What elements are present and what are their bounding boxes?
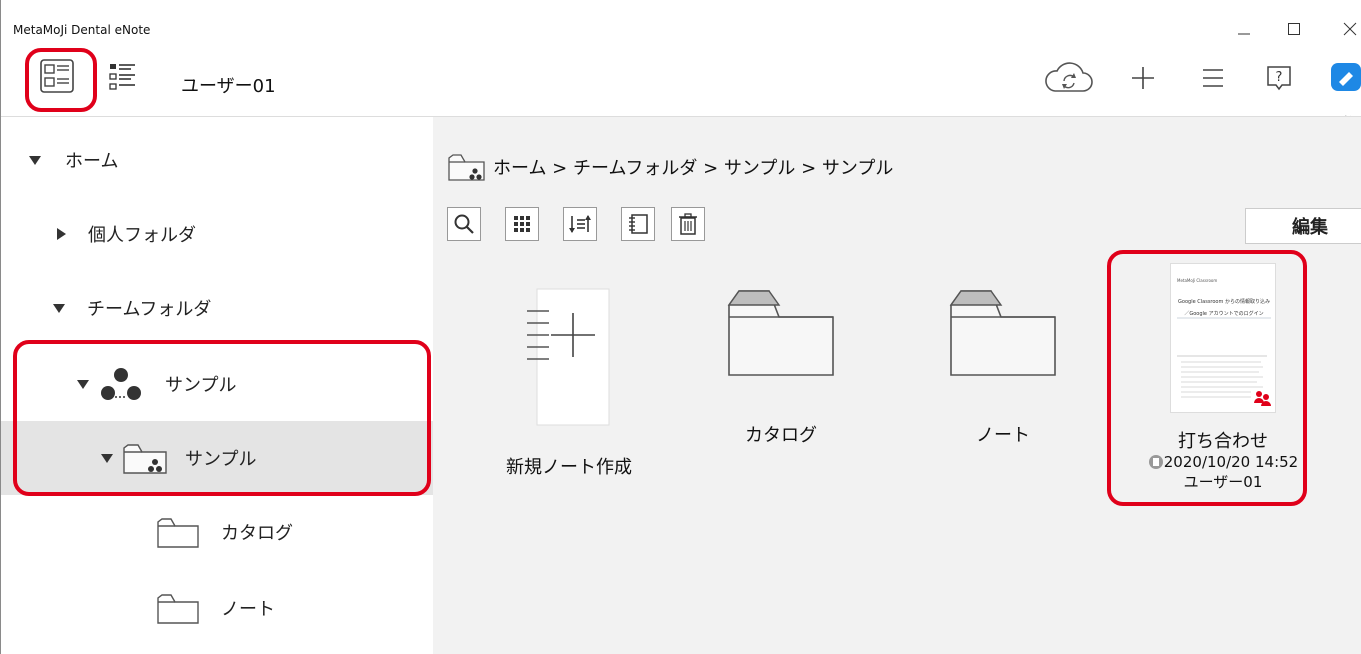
hamburger-menu-icon bbox=[1203, 69, 1223, 87]
search-button[interactable] bbox=[447, 207, 481, 241]
shared-users-icon bbox=[1251, 388, 1273, 410]
close-icon bbox=[1343, 22, 1357, 36]
metamoji-logo-icon bbox=[1331, 63, 1361, 91]
plus-icon bbox=[1132, 67, 1154, 89]
tree-item-sample-folder[interactable]: サンプル bbox=[1, 421, 433, 495]
item-owner: ユーザー01 bbox=[1183, 473, 1263, 491]
cloud-sync-icon bbox=[1045, 62, 1093, 92]
new-note-icon bbox=[527, 288, 610, 426]
team-folder-icon bbox=[448, 154, 485, 181]
delete-button[interactable] bbox=[671, 207, 705, 241]
thumbnail-view-icon bbox=[40, 59, 74, 93]
help-button[interactable]: ? bbox=[1263, 62, 1295, 94]
svg-text:?: ? bbox=[1276, 70, 1283, 85]
app-title: MetaMoJi Dental eNote bbox=[13, 23, 151, 37]
add-button[interactable] bbox=[1127, 62, 1159, 94]
tree-item-label: チームフォルダ bbox=[87, 299, 212, 320]
folder-tree-sidebar: ホーム 個人フォルダ チームフォルダ サンプル サンプル カタログ ノート bbox=[1, 116, 433, 654]
minimize-button[interactable] bbox=[1229, 16, 1259, 42]
triangle-down-icon[interactable] bbox=[53, 303, 65, 313]
list-view-icon bbox=[109, 64, 135, 90]
notebook-button[interactable] bbox=[621, 207, 655, 241]
note-thumbnail: MetaMoJi Classroom Google Classroom からの情… bbox=[1170, 263, 1276, 413]
tree-item-label: サンプル bbox=[165, 375, 237, 396]
folder-icon bbox=[949, 290, 1056, 376]
team-folder-icon bbox=[123, 444, 167, 474]
tree-item-team-folder[interactable]: チームフォルダ bbox=[1, 271, 433, 345]
sync-status-icon bbox=[1148, 455, 1163, 469]
main-content: ホーム > チームフォルダ > サンプル > サンプル 編集 新規ノート作成 カ… bbox=[433, 116, 1361, 654]
new-note-item[interactable]: 新規ノート作成 bbox=[489, 287, 649, 479]
grid-view-button[interactable] bbox=[505, 207, 539, 241]
minimize-icon bbox=[1238, 33, 1250, 35]
item-label: ノート bbox=[976, 425, 1030, 446]
edit-button[interactable]: 編集 bbox=[1245, 208, 1361, 244]
tree-item-sample-team[interactable]: サンプル bbox=[1, 347, 433, 421]
item-date: 2020/10/20 14:52 bbox=[1163, 453, 1299, 471]
item-label: 打ち合わせ bbox=[1178, 431, 1268, 452]
grid-view-icon bbox=[514, 216, 530, 232]
thumbnail-view-button[interactable] bbox=[37, 56, 77, 96]
menu-button[interactable] bbox=[1197, 62, 1229, 94]
maximize-button[interactable] bbox=[1279, 16, 1309, 42]
help-icon: ? bbox=[1267, 66, 1291, 91]
triangle-right-icon[interactable] bbox=[57, 228, 66, 240]
search-icon bbox=[454, 214, 474, 234]
tree-item-label: カタログ bbox=[221, 523, 293, 544]
triangle-down-icon[interactable] bbox=[77, 379, 89, 389]
user-name: ユーザー01 bbox=[181, 76, 276, 97]
tree-item-label: サンプル bbox=[185, 449, 257, 470]
meeting-note-item[interactable]: MetaMoJi Classroom Google Classroom からの情… bbox=[1123, 263, 1323, 492]
app-window: MetaMoJi Dental eNote ユーザー01 ? ホーム 個人フォル… bbox=[0, 0, 1361, 654]
folder-icon bbox=[157, 594, 199, 624]
close-button[interactable] bbox=[1335, 16, 1361, 42]
triangle-down-icon[interactable] bbox=[29, 155, 41, 165]
trash-icon bbox=[679, 213, 697, 235]
tree-item-personal-folder[interactable]: 個人フォルダ bbox=[1, 197, 433, 271]
maximize-icon bbox=[1288, 23, 1300, 35]
notebook-icon bbox=[629, 214, 648, 234]
item-date-row: 2020/10/20 14:52 bbox=[1123, 453, 1323, 471]
title-bar: MetaMoJi Dental eNote bbox=[1, 0, 1361, 44]
tree-item-label: ホーム bbox=[65, 151, 119, 172]
team-icon bbox=[101, 368, 141, 400]
item-label: 新規ノート作成 bbox=[506, 457, 632, 478]
tree-item-label: 個人フォルダ bbox=[88, 225, 196, 246]
tree-item-label: ノート bbox=[221, 599, 275, 620]
app-logo-button[interactable] bbox=[1329, 60, 1361, 94]
tree-item-catalog[interactable]: カタログ bbox=[1, 495, 433, 569]
breadcrumb-path[interactable]: ホーム > チームフォルダ > サンプル > サンプル bbox=[493, 154, 893, 180]
folder-icon bbox=[727, 290, 834, 376]
sort-button[interactable] bbox=[563, 207, 597, 241]
item-label: カタログ bbox=[745, 425, 817, 446]
breadcrumb: ホーム > チームフォルダ > サンプル > サンプル bbox=[447, 151, 893, 183]
tree-item-home[interactable]: ホーム bbox=[1, 123, 433, 197]
toolbar: ユーザー01 ? bbox=[1, 44, 1361, 131]
cloud-sync-button[interactable] bbox=[1041, 60, 1097, 96]
list-view-button[interactable] bbox=[105, 58, 141, 94]
folder-icon bbox=[157, 518, 199, 548]
note-folder-item[interactable]: ノート bbox=[943, 287, 1063, 447]
sort-icon bbox=[569, 215, 591, 233]
triangle-down-icon[interactable] bbox=[101, 453, 113, 463]
catalog-folder-item[interactable]: カタログ bbox=[721, 287, 841, 447]
tree-item-note[interactable]: ノート bbox=[1, 571, 433, 645]
thumbnail-header: MetaMoJi Classroom bbox=[1177, 278, 1218, 283]
